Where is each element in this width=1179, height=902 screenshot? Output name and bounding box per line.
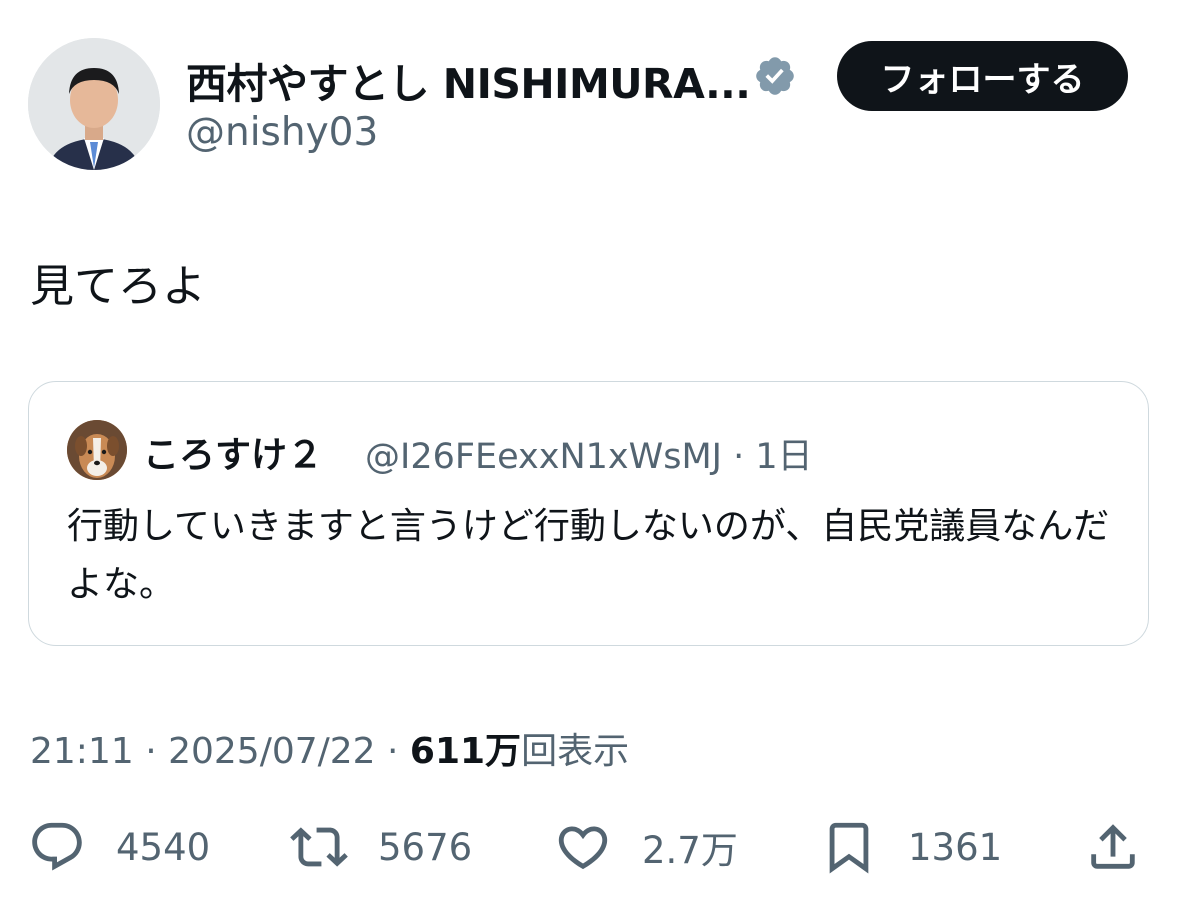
- dog-avatar-icon: [67, 420, 127, 480]
- retweet-icon: [290, 827, 348, 867]
- share-button[interactable]: [1084, 812, 1142, 882]
- like-button[interactable]: 2.7万: [554, 812, 738, 882]
- views-count: 611万: [409, 731, 522, 772]
- bookmark-icon: [829, 822, 869, 874]
- quoted-author-avatar[interactable]: [67, 420, 127, 480]
- retweet-count: 5676: [378, 825, 473, 869]
- verified-badge-icon: [756, 57, 794, 95]
- bookmark-button[interactable]: 1361: [820, 812, 1002, 882]
- bookmark-count: 1361: [908, 825, 1003, 869]
- reply-count: 4540: [116, 825, 211, 869]
- author-avatar[interactable]: [28, 38, 160, 170]
- heart-icon: [558, 826, 608, 870]
- quoted-tweet-text: 行動していきますと言うけど行動しないのが、自民党議員なんだよな。: [67, 506, 1110, 605]
- person-avatar-icon: [28, 38, 160, 170]
- author-display-name[interactable]: 西村やすとし NISHIMURA...: [186, 50, 751, 110]
- action-bar: 4540 5676 2.7万 1361: [0, 812, 1179, 882]
- reply-button[interactable]: 4540: [28, 812, 210, 882]
- quoted-tweet-card[interactable]: ころすけ２ @I26FEexxN1xWsMJ · 1日 行動していきますと言うけ…: [28, 381, 1149, 646]
- quoted-display-name[interactable]: ころすけ２: [143, 426, 323, 478]
- author-handle[interactable]: @nishy03: [186, 110, 378, 155]
- share-icon: [1091, 824, 1135, 869]
- tweet-text: 見てろよ: [30, 261, 206, 312]
- quoted-handle-time[interactable]: @I26FEexxN1xWsMJ · 1日: [365, 428, 813, 479]
- views-label: 回表示: [521, 731, 630, 772]
- tweet-meta: 21:11 · 2025/07/22 · 611万回表示: [30, 722, 629, 774]
- like-count: 2.7万: [642, 829, 738, 872]
- tweet-timestamp[interactable]: 21:11 · 2025/07/22 ·: [30, 731, 410, 772]
- retweet-button[interactable]: 5676: [290, 812, 472, 882]
- follow-button[interactable]: フォローする: [837, 41, 1128, 111]
- reply-icon: [32, 822, 82, 871]
